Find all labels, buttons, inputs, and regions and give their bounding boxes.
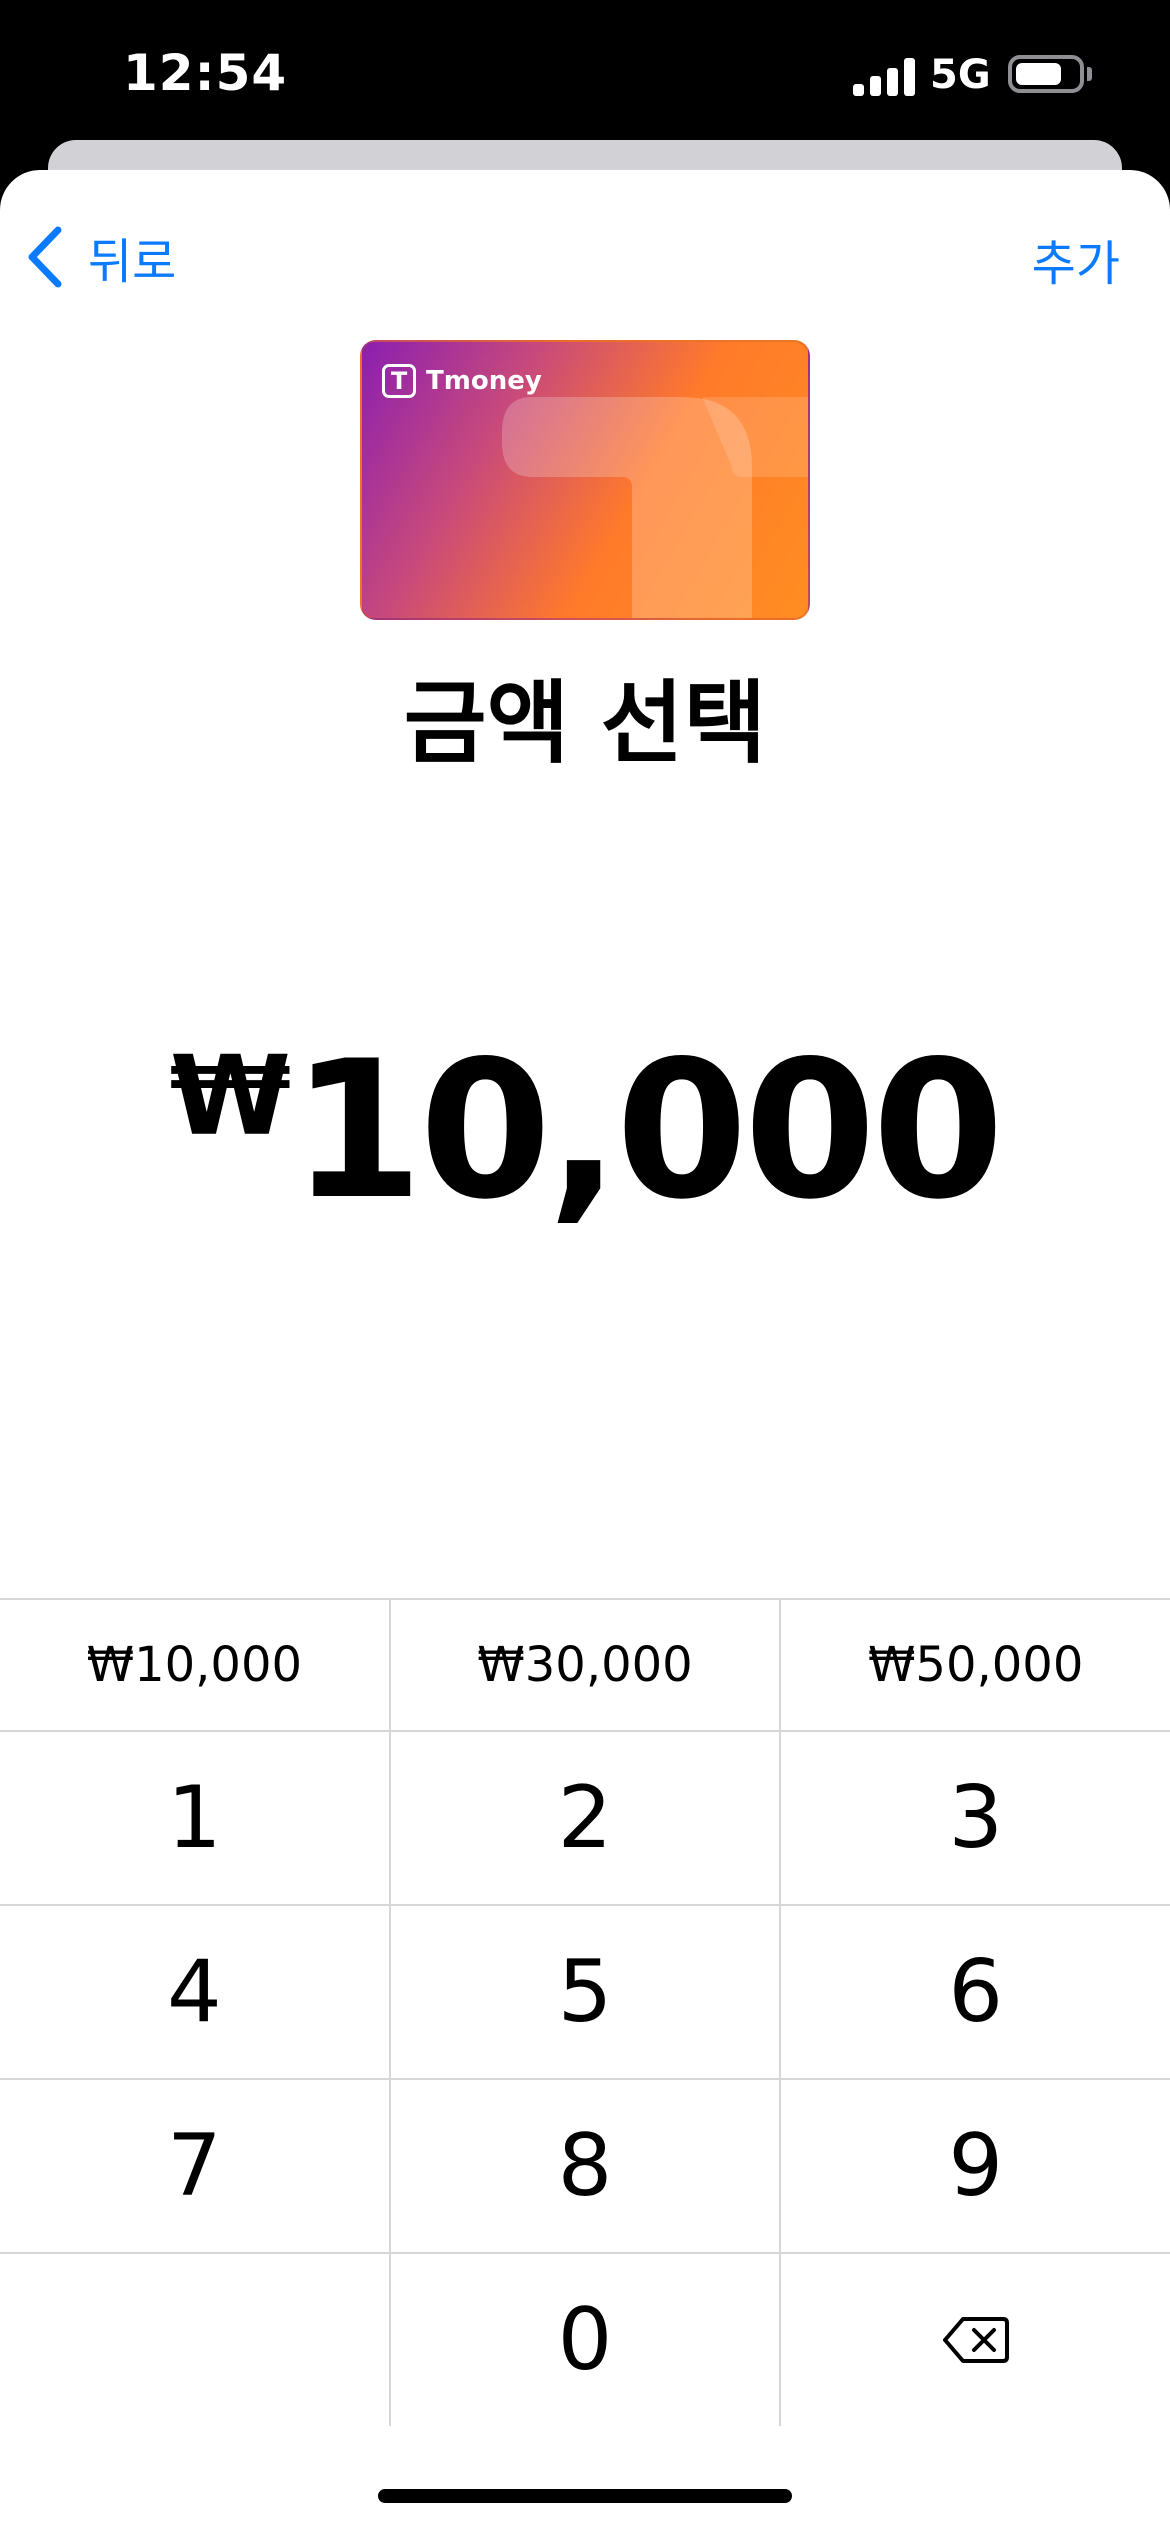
- battery-tip: [1087, 67, 1092, 81]
- back-button[interactable]: 뒤로: [24, 222, 176, 292]
- back-label: 뒤로: [88, 234, 177, 290]
- card-logo: T Tmoney: [382, 364, 542, 398]
- card-brand: Tmoney: [426, 366, 542, 396]
- preset-amount-button[interactable]: ₩10,000: [0, 1600, 391, 1732]
- add-button[interactable]: 추가: [1032, 224, 1120, 294]
- key-8[interactable]: 8: [390, 2080, 782, 2254]
- key-6[interactable]: 6: [781, 1906, 1170, 2080]
- delete-backspace-icon: [942, 2317, 1009, 2363]
- key-4[interactable]: 4: [0, 1906, 391, 2080]
- battery-icon: [1008, 55, 1084, 93]
- status-time: 12:54: [123, 44, 288, 102]
- status-bar: 12:54 5G: [0, 0, 1170, 150]
- keypad-row: 7 8 9: [0, 2080, 1170, 2254]
- key-1[interactable]: 1: [0, 1732, 391, 1906]
- key-7[interactable]: 7: [0, 2080, 391, 2254]
- signal-strength-icon: [853, 58, 915, 96]
- chevron-left-icon: [28, 226, 62, 288]
- page-title: 금액 선택: [403, 671, 767, 776]
- keypad: ₩10,000 ₩30,000 ₩50,000 1 2 3 4 5 6 7 8 …: [0, 1598, 1170, 2426]
- card-decoration: [502, 397, 808, 618]
- battery-level: [1016, 63, 1061, 85]
- tmoney-card: T Tmoney: [360, 340, 810, 620]
- keypad-row: 0: [0, 2254, 1170, 2426]
- amount-sheet: 뒤로 추가 T Tmoney 금액 선택 ₩10,000 ₩10,000 ₩30…: [0, 170, 1170, 2532]
- keypad-row: 1 2 3: [0, 1732, 1170, 1906]
- amount-currency: ₩: [169, 1032, 292, 1160]
- key-0[interactable]: 0: [391, 2254, 782, 2426]
- key-9[interactable]: 9: [781, 2080, 1170, 2254]
- key-3[interactable]: 3: [781, 1732, 1170, 1906]
- preset-amount-button[interactable]: ₩50,000: [781, 1600, 1170, 1732]
- delete-button[interactable]: [781, 2254, 1170, 2426]
- key-empty: [0, 2254, 391, 2426]
- key-2[interactable]: 2: [390, 1732, 782, 1906]
- key-5[interactable]: 5: [390, 1906, 782, 2080]
- network-label: 5G: [930, 52, 991, 98]
- preset-row: ₩10,000 ₩30,000 ₩50,000: [0, 1600, 1170, 1732]
- amount-display: ₩10,000: [0, 1020, 1170, 1241]
- preset-amount-button[interactable]: ₩30,000: [390, 1600, 782, 1732]
- amount-value: 10,000: [291, 1020, 1004, 1241]
- tmoney-logo-icon: T: [382, 364, 416, 398]
- home-indicator: [378, 2489, 792, 2503]
- keypad-row: 4 5 6: [0, 1906, 1170, 2080]
